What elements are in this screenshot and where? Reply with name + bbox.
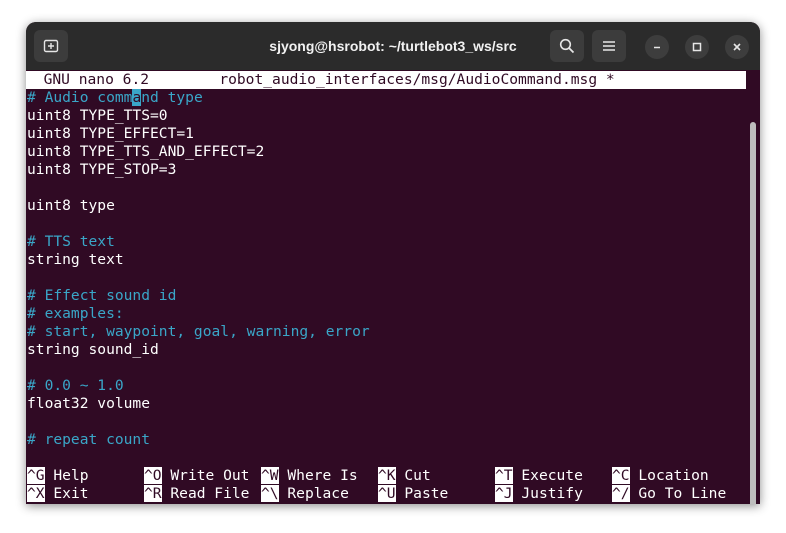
- shortcut-label: Exit: [53, 485, 89, 502]
- shortcut-item[interactable]: ^C Location: [612, 467, 709, 485]
- editor-line[interactable]: uint8 TYPE_TTS_AND_EFFECT=2: [27, 143, 264, 161]
- shortcut-key: ^T: [495, 467, 513, 484]
- shortcut-key: ^/: [612, 485, 630, 502]
- shortcut-label: Where Is: [287, 467, 358, 484]
- nano-version: GNU nano 6.2: [43, 71, 150, 88]
- editor-line[interactable]: uint8 TYPE_STOP=3: [27, 161, 176, 179]
- shortcut-key: ^X: [27, 485, 45, 502]
- shortcut-label: Go To Line: [638, 485, 727, 502]
- search-button[interactable]: [550, 30, 584, 62]
- editor-line[interactable]: # Effect sound id: [27, 287, 176, 305]
- shortcut-key: ^R: [144, 485, 162, 502]
- shortcut-item[interactable]: ^J Justify: [495, 485, 583, 503]
- nano-filename: robot_audio_interfaces/msg/AudioCommand.…: [219, 71, 598, 88]
- maximize-button[interactable]: [685, 35, 709, 59]
- shortcut-label: Justify: [521, 485, 583, 502]
- editor-line[interactable]: string sound_id: [27, 341, 159, 359]
- editor-line[interactable]: # TTS text: [27, 233, 115, 251]
- shortcut-label: Cut: [404, 467, 431, 484]
- shortcut-key: ^\: [261, 485, 279, 502]
- modified-marker: *: [605, 71, 615, 88]
- terminal-window: sjyong@hsrobot: ~/turtlebot3_ws/src GNU …: [26, 22, 760, 504]
- shortcut-key: ^J: [495, 485, 513, 502]
- editor-line[interactable]: # repeat count: [27, 431, 150, 449]
- maximize-icon: [692, 42, 702, 52]
- shortcut-key: ^C: [612, 467, 630, 484]
- nano-header-bar: GNU nano 6.2 robot_audio_interfaces/msg/…: [26, 71, 746, 89]
- editor-line[interactable]: uint8 TYPE_EFFECT=1: [27, 125, 194, 143]
- shortcut-item[interactable]: ^R Read File: [144, 485, 249, 503]
- shortcut-item[interactable]: ^/ Go To Line: [612, 485, 726, 503]
- shortcut-label: Write Out: [170, 467, 250, 484]
- editor-line[interactable]: float32 volume: [27, 395, 150, 413]
- close-icon: [733, 43, 741, 51]
- shortcut-key: ^O: [144, 467, 162, 484]
- text-cursor: a: [132, 89, 142, 106]
- editor-line[interactable]: uint8 type: [27, 197, 115, 215]
- shortcut-item[interactable]: ^U Paste: [378, 485, 448, 503]
- shortcut-item[interactable]: ^T Execute: [495, 467, 583, 485]
- close-button[interactable]: [725, 35, 749, 59]
- editor-line[interactable]: # 0.0 ~ 1.0: [27, 377, 124, 395]
- minimize-button[interactable]: [645, 35, 669, 59]
- shortcut-key: ^U: [378, 485, 396, 502]
- shortcut-key: ^K: [378, 467, 396, 484]
- editor-line-cursor[interactable]: # Audio command type: [27, 89, 203, 107]
- search-icon: [559, 38, 575, 54]
- shortcut-item[interactable]: ^X Exit: [27, 485, 89, 503]
- editor-line[interactable]: uint8 TYPE_TTS=0: [27, 107, 168, 125]
- shortcut-key: ^G: [27, 467, 45, 484]
- shortcut-label: Execute: [521, 467, 583, 484]
- shortcut-item[interactable]: ^\ Replace: [261, 485, 349, 503]
- shortcut-item[interactable]: ^K Cut: [378, 467, 431, 485]
- shortcut-label: Read File: [170, 485, 250, 502]
- shortcut-item[interactable]: ^O Write Out: [144, 467, 249, 485]
- editor-line[interactable]: string text: [27, 251, 124, 269]
- shortcut-label: Location: [638, 467, 709, 484]
- shortcut-key: ^W: [261, 467, 279, 484]
- shortcut-item[interactable]: ^G Help: [27, 467, 89, 485]
- editor-line[interactable]: # examples:: [27, 305, 124, 323]
- shortcut-label: Replace: [287, 485, 349, 502]
- minimize-icon: [654, 46, 660, 49]
- title-bar[interactable]: sjyong@hsrobot: ~/turtlebot3_ws/src: [26, 22, 760, 70]
- terminal-content[interactable]: GNU nano 6.2 robot_audio_interfaces/msg/…: [26, 70, 760, 504]
- menu-button[interactable]: [592, 30, 626, 62]
- shortcut-label: Paste: [404, 485, 449, 502]
- scrollbar[interactable]: [750, 122, 756, 504]
- editor-line[interactable]: # start, waypoint, goal, warning, error: [27, 323, 370, 341]
- hamburger-menu-icon: [603, 41, 615, 51]
- shortcut-item[interactable]: ^W Where Is: [261, 467, 358, 485]
- shortcut-label: Help: [53, 467, 89, 484]
